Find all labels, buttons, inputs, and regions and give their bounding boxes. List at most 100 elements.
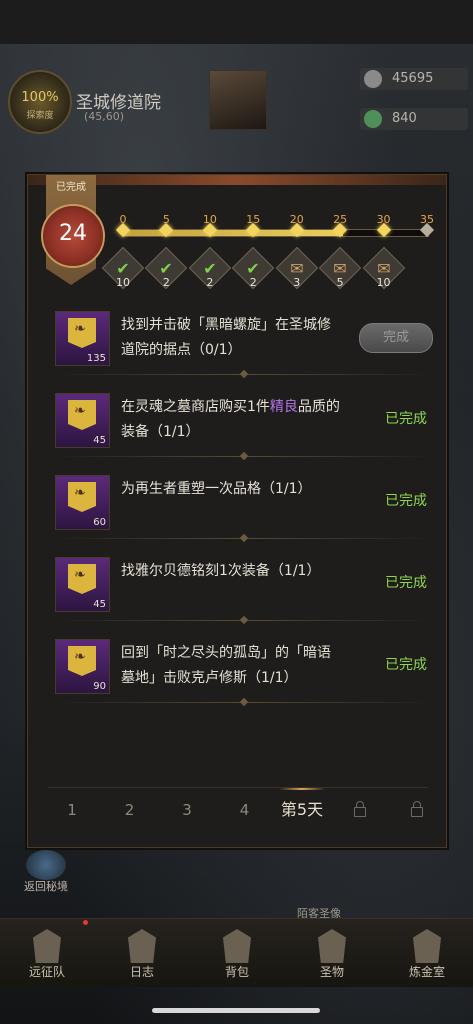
daily-task-panel: 已完成 24 0✔105✔210✔215✔220✉325✉530✉1035 13…: [27, 174, 447, 848]
nav-journal[interactable]: 日志: [102, 919, 182, 987]
day-tab-6[interactable]: 6: [333, 788, 387, 832]
reward-count: 10: [116, 276, 130, 289]
divider: [55, 538, 433, 539]
points-value: 24: [59, 221, 87, 246]
banner-icon: [68, 646, 96, 676]
nav-relic[interactable]: 圣物: [292, 919, 372, 987]
location-coordinates: (45,60): [84, 110, 125, 123]
divider: [55, 620, 433, 621]
banner-icon: [68, 318, 96, 348]
status-bar: [0, 0, 473, 44]
day-tab-4[interactable]: 4: [218, 788, 272, 832]
task-description: 在灵魂之墓商店购买1件精良品质的装备（1/1）: [121, 395, 343, 445]
helmet-icon: [33, 929, 61, 963]
task-points: 45: [93, 435, 106, 446]
nav-helmet[interactable]: 远征队: [7, 919, 87, 987]
task-row: 45 在灵魂之墓商店购买1件精良品质的装备（1/1） 已完成: [55, 393, 433, 457]
task-description: 回到「时之尽头的孤岛」的「暗语墓地」击败克卢修斯（1/1）: [121, 641, 343, 691]
task-status: 已完成: [385, 575, 427, 591]
points-badge: 24: [41, 204, 105, 268]
day-tab-label: 3: [182, 801, 192, 819]
day-tab-label: 4: [239, 801, 250, 819]
journal-icon: [128, 929, 156, 963]
nav-label: 背包: [224, 965, 249, 979]
bottom-nav: 远征队 日志 背包 圣物 炼金室: [0, 918, 473, 987]
relic-icon: [318, 929, 346, 963]
home-indicator: [152, 1008, 320, 1013]
task-text: 找到并击破「黑暗螺旋」在圣城修道院的据点（0/1）: [121, 317, 331, 358]
resource-value: 45695: [392, 71, 434, 86]
task-icon: 60: [55, 475, 110, 530]
task-description: 找到并击破「黑暗螺旋」在圣城修道院的据点（0/1）: [121, 313, 343, 363]
reward-count: 2: [206, 276, 214, 289]
return-label[interactable]: 返回秘境: [24, 878, 68, 894]
task-points: 90: [93, 681, 106, 692]
complete-button[interactable]: 完成: [359, 323, 433, 353]
divider: [55, 456, 433, 457]
task-status: 已完成: [385, 493, 427, 509]
task-points: 135: [86, 353, 106, 364]
divider: [55, 374, 433, 375]
banner-icon: [68, 482, 96, 512]
nav-label: 圣物: [319, 965, 344, 979]
backpack-icon: [223, 929, 251, 963]
task-text: 为再生者重塑一次品格（1/1）: [121, 481, 312, 497]
day-tab-3[interactable]: 3: [160, 788, 214, 832]
task-points: 60: [93, 517, 106, 528]
task-row: 45 找雅尔贝德铭刻1次装备（1/1） 已完成: [55, 557, 433, 621]
gem-icon: [364, 110, 382, 128]
day-tab-label: 第5天: [280, 800, 324, 819]
task-text: 回到「时之尽头的孤岛」的「暗语墓地」击败克卢修斯（1/1）: [121, 645, 331, 686]
stone-icon: [364, 70, 382, 88]
task-icon: 90: [55, 639, 110, 694]
lock-icon: [411, 801, 423, 817]
nav-label: 炼金室: [408, 965, 445, 979]
nav-label: 远征队: [28, 965, 65, 979]
task-description: 找雅尔贝德铭刻1次装备（1/1）: [121, 559, 343, 584]
reward-count: 2: [249, 276, 257, 289]
day-tab-label: 2: [124, 801, 135, 819]
day-tab-label: 1: [67, 801, 77, 819]
day-tab-1[interactable]: 1: [45, 788, 99, 832]
day-tabs: 1234第5天67: [48, 787, 428, 832]
task-quality-highlight: 精良: [269, 399, 298, 415]
day-tab-2[interactable]: 2: [103, 788, 157, 832]
banner-icon: [68, 400, 96, 430]
day-tab-5[interactable]: 第5天: [275, 788, 329, 832]
reward-count: 2: [162, 276, 170, 289]
banner-icon: [68, 564, 96, 594]
reward-count: 5: [336, 276, 344, 289]
task-text: 找雅尔贝德铭刻1次装备（1/1）: [121, 563, 321, 579]
lock-icon: [353, 801, 366, 817]
task-icon: 45: [55, 557, 110, 612]
exploration-progress[interactable]: 100% 探索度: [8, 70, 72, 134]
alchemy-icon: [413, 929, 441, 963]
task-icon: 135: [55, 311, 110, 366]
exploration-percent: 100%: [21, 90, 59, 105]
day-tab-7[interactable]: 7: [390, 788, 444, 832]
task-row: 60 为再生者重塑一次品格（1/1） 已完成: [55, 475, 433, 539]
task-status: 已完成: [385, 411, 427, 427]
resource-value: 840: [392, 111, 417, 126]
resource-gem[interactable]: 840: [360, 108, 468, 130]
return-portal-icon[interactable]: [26, 850, 66, 880]
reward-count: 10: [376, 276, 391, 289]
task-icon: 45: [55, 393, 110, 448]
task-points: 45: [93, 599, 106, 610]
reward-count: 3: [293, 276, 301, 289]
exploration-label: 探索度: [26, 111, 54, 121]
task-description: 为再生者重塑一次品格（1/1）: [121, 477, 343, 502]
task-row: 135 找到并击破「黑暗螺旋」在圣城修道院的据点（0/1） 完成: [55, 311, 433, 375]
nav-backpack[interactable]: 背包: [197, 919, 277, 987]
notification-dot: [83, 920, 88, 925]
completed-label: 已完成: [56, 182, 86, 193]
resource-stone[interactable]: 45695: [360, 68, 468, 90]
progress-fill: [124, 230, 343, 236]
task-status: 已完成: [385, 657, 427, 673]
nav-label: 日志: [129, 965, 154, 979]
nav-alchemy[interactable]: 炼金室: [387, 919, 467, 987]
hero-portrait[interactable]: [209, 70, 267, 130]
task-text: 在灵魂之墓商店购买1件: [121, 399, 270, 415]
task-row: 90 回到「时之尽头的孤岛」的「暗语墓地」击败克卢修斯（1/1） 已完成: [55, 639, 433, 703]
divider: [55, 702, 433, 703]
